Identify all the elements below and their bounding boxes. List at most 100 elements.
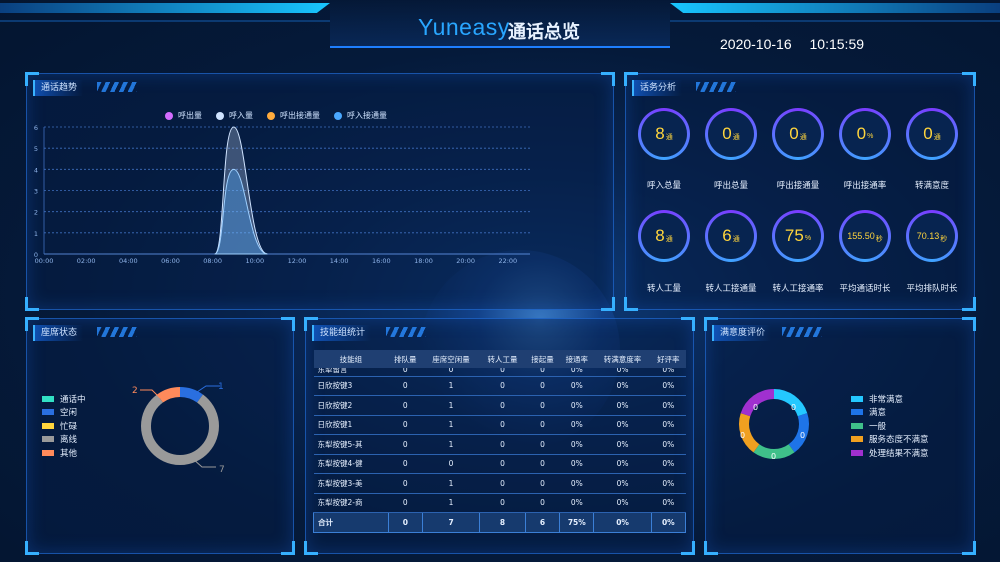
callout-idle: 1 [218,382,224,392]
table-cell: 7 [421,512,481,533]
table-cell: 0% [559,368,594,377]
x-tick-label: 08:00 [203,257,222,265]
legend-item[interactable]: 通话中 [42,392,86,406]
metric-value: 0 [789,124,799,143]
callout-offline: 7 [219,465,225,475]
table-cell: 0% [559,434,594,455]
y-tick-label: 4 [34,166,38,174]
table-cell: 0 [525,473,560,494]
seat-status-title: 座席状态 [33,325,84,341]
metric-ring: 6通 [705,210,757,262]
table-cell: 0% [651,434,686,455]
metric-unit: 秒 [875,235,883,243]
metric-value: 8 [655,226,665,245]
donut-slice-attitude [739,413,760,453]
header-deco-left [0,3,330,13]
table-cell: 0 [479,454,526,474]
legend-item[interactable]: 一般 [851,419,929,433]
table-cell: 0% [651,376,686,396]
table-cell: 0 [479,493,526,513]
table-cell: 0 [525,376,560,396]
x-tick-label: 12:00 [288,257,307,265]
metric-ring: 70.13 秒 [906,210,958,262]
table-cell: 0 [479,395,526,416]
satisfaction-legend: 非常满意 满意 一般 服务态度不满意 处理结果不满意 [851,392,929,460]
table-cell: 0% [593,415,652,435]
title-stripes [386,327,426,337]
legend-item[interactable]: 非常满意 [851,392,929,406]
y-tick-label: 1 [34,230,38,238]
legend-item[interactable]: 空闲 [42,406,86,420]
title-stripes [97,327,137,337]
table-cell: 0 [525,415,560,435]
table-cell: 0 [388,473,423,494]
table-cell: 0% [559,395,594,416]
metric-value: 8 [655,124,665,143]
metric-unit: 通 [665,235,673,243]
table-cell: 0 [388,434,423,455]
svg-text:0: 0 [791,403,796,412]
table-cell: 1 [422,493,480,513]
table-row-total: 合计 0 7 8 6 75% 0% 0% [313,512,687,533]
table-cell: 东犁按键5-其 [313,434,389,455]
legend-item[interactable]: 忙碌 [42,419,86,433]
table-cell: 0 [479,434,526,455]
page-title: 通话总览 [508,22,580,43]
table-cell: 1 [422,376,480,396]
table-cell: 1 [422,395,480,416]
donut-slice-offline [141,394,219,465]
skill-table: 技能组 排队量 座席空闲量 转人工量 接起量 接通率 转满意度率 好评率 东犁留言 0 0 0 0 0… [313,350,687,533]
y-tick-label: 6 [34,124,38,132]
metric-ring: 75% [772,210,824,262]
y-tick-label: 5 [34,145,38,153]
legend-item[interactable]: 服务态度不满意 [851,433,929,447]
table-cell: 日欣按键1 [313,415,389,435]
table-row: 东犁按键4-健 0 0 0 0 0% 0% 0% [313,454,686,474]
table-cell: 东犁按键4-健 [313,454,389,474]
table-cell: 0% [651,415,686,435]
table-row: 日欣按键3 0 1 0 0 0% 0% 0% [313,376,686,396]
table-cell: 0% [593,368,652,377]
x-tick-label: 16:00 [372,257,391,265]
x-tick-label: 22:00 [498,257,517,265]
table-cell: 东犁按键3-美 [313,473,389,494]
header: Yuneasy 通话总览 2020-10-16 10:15:59 [0,0,1000,60]
metric-unit: % [867,133,874,140]
table-cell: 0% [593,473,652,494]
metric-ring: 0通 [705,108,757,160]
table-cell: 0% [593,395,652,416]
metric-value: 75 [784,226,804,245]
metric-ring: 0通 [772,108,824,160]
metric-label: 平均排队时长 [906,284,958,294]
table-cell: 0% [559,415,594,435]
donut-slice-idle [179,387,203,403]
table-row: 日欣按键2 0 1 0 0 0% 0% 0% [313,395,686,416]
skill-title: 技能组统计 [312,325,372,341]
seat-status-legend: 通话中 空闲 忙碌 离线 其他 [42,392,86,460]
table-cell: 0 [388,395,423,416]
analysis-title: 话务分析 [632,80,683,96]
metric-unit: 通 [665,133,673,141]
callout-other: 2 [132,386,138,396]
y-tick-label: 2 [34,209,38,217]
table-cell: 0% [593,376,652,396]
legend-item[interactable]: 离线 [42,433,86,447]
table-cell: 日欣按键3 [313,376,389,396]
x-tick-label: 06:00 [161,257,180,265]
legend-item[interactable]: 满意 [851,406,929,420]
metric-value: 0 [722,124,732,143]
table-cell: 0 [388,376,423,396]
table-cell: 0% [650,512,687,533]
metric-value: 0 [856,124,867,143]
metric-value: 0 [923,124,933,143]
satisfaction-title: 满意度评价 [712,325,772,341]
legend-item[interactable]: 其他 [42,446,86,460]
metric-value: 6 [722,226,732,245]
legend-item[interactable]: 处理结果不满意 [851,446,929,460]
table-cell: 日欣按键2 [313,395,389,416]
table-cell: 合计 [313,512,389,533]
table-cell: 0% [593,434,652,455]
title-stripes [696,82,736,92]
table-cell: 0 [388,368,423,377]
table-cell: 0% [651,493,686,513]
